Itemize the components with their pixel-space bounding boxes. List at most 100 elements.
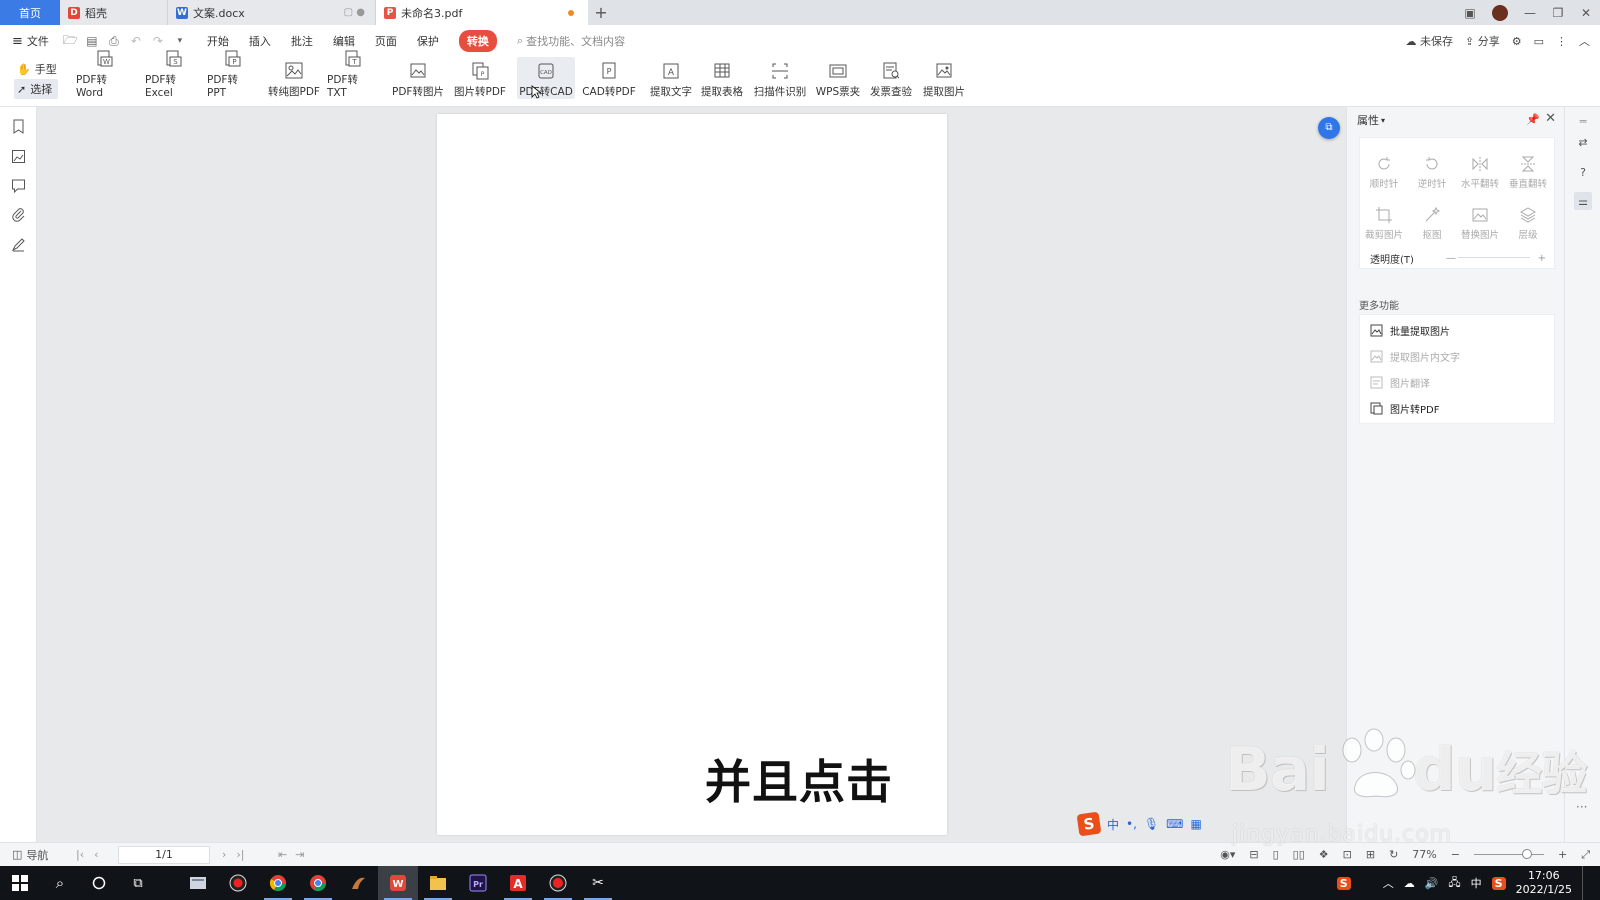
zoom-in-icon[interactable]: + [1558, 848, 1567, 861]
undo-icon[interactable]: ↶ [129, 34, 143, 48]
taskbar-chrome-icon[interactable] [258, 866, 298, 900]
zoom-slider-knob[interactable] [1521, 849, 1532, 859]
comment-icon[interactable]: ▭ [1534, 35, 1544, 48]
pdf-page[interactable] [437, 114, 947, 835]
taskbar-record-icon[interactable] [538, 866, 578, 900]
share-button[interactable]: ⇪ 分享 [1465, 33, 1500, 49]
layer-button[interactable]: 层级 [1504, 195, 1552, 241]
back-view-icon[interactable]: ⇤ [278, 848, 287, 861]
cutout-button[interactable]: 抠图 [1408, 195, 1456, 241]
tab-home[interactable]: 首页 [0, 0, 60, 25]
taskbar-wps-icon[interactable]: W [378, 866, 418, 900]
extract-image-text-item[interactable]: 提取图片内文字 [1370, 349, 1460, 364]
wps-ticket-folder-button[interactable]: WPS票夹 [815, 57, 861, 99]
image-to-pdf-item[interactable]: 图片转PDF [1370, 401, 1439, 416]
close-window-icon[interactable]: ✕ [1572, 6, 1600, 20]
new-tab-button[interactable]: + [588, 0, 614, 25]
taskbar-premiere-icon[interactable]: Pr [458, 866, 498, 900]
extract-text-button[interactable]: A 提取文字 [649, 57, 693, 99]
close-icon[interactable]: ✕ [1545, 111, 1556, 126]
last-page-icon[interactable]: ›| [236, 848, 244, 861]
ime-keyboard-icon[interactable]: ⌨ [1166, 817, 1183, 831]
file-menu[interactable]: ≡ 文件 [12, 33, 49, 49]
taskbar-app-bird-icon[interactable] [338, 866, 378, 900]
tray-expand-icon[interactable]: ︿ [1383, 875, 1394, 891]
sogou-logo-icon[interactable]: S [1076, 811, 1102, 837]
opacity-slider[interactable] [1458, 257, 1530, 258]
help-icon[interactable]: ? [1574, 163, 1592, 181]
task-view-icon[interactable]: ⧉ [118, 866, 158, 900]
rotate-clockwise-button[interactable]: 顺时针 [1360, 144, 1408, 190]
tray-language[interactable]: 中 [1471, 875, 1482, 891]
system-clock[interactable]: 17:06 2022/1/25 [1516, 869, 1572, 897]
fullscreen-icon[interactable]: ⤢ [1581, 848, 1590, 862]
menu-page[interactable]: 页面 [375, 33, 397, 49]
extract-image-button[interactable]: 提取图片 [921, 57, 967, 99]
tray-app-icon[interactable]: ☁ [1404, 877, 1415, 890]
double-page-icon[interactable]: ▯▯ [1293, 848, 1305, 861]
menu-protect[interactable]: 保护 [417, 33, 439, 49]
opacity-decrease-button[interactable]: — [1446, 253, 1456, 264]
invoice-check-button[interactable]: 发票查验 [868, 57, 914, 99]
network-icon[interactable]: 🖧 [1448, 874, 1460, 893]
thumbnail-icon[interactable] [11, 149, 26, 164]
menu-insert[interactable]: 插入 [249, 33, 271, 49]
first-page-icon[interactable]: |‹ [76, 848, 84, 861]
menu-comment[interactable]: 批注 [291, 33, 313, 49]
ime-mic-icon[interactable]: 🎙 [1144, 817, 1159, 831]
scan-recognize-button[interactable]: 扫描件识别 [753, 57, 807, 99]
crop-image-button[interactable]: 裁剪图片 [1360, 195, 1408, 241]
ime-language[interactable]: 中 [1107, 816, 1119, 833]
restore-icon[interactable]: ❐ [1544, 6, 1572, 20]
open-folder-icon[interactable]: 🗁 [63, 31, 78, 52]
tab-pdf-active[interactable]: P 未命名3.pdf [376, 0, 588, 25]
pdf-to-ppt-button[interactable]: P PDF转PPT [207, 50, 257, 99]
cad-to-pdf-button[interactable]: P CAD转PDF [582, 57, 636, 99]
annotation-icon[interactable] [11, 178, 26, 194]
menu-convert[interactable]: 转换 [458, 30, 497, 52]
rotate-counterclockwise-button[interactable]: 逆时针 [1408, 144, 1456, 190]
pdf-to-excel-button[interactable]: S PDF转Excel [145, 50, 201, 99]
windows-start-icon[interactable] [0, 866, 40, 900]
zoom-level[interactable]: 77% [1412, 848, 1436, 861]
unsaved-button[interactable]: ☁ 未保存 [1406, 33, 1454, 49]
prev-page-icon[interactable]: ‹ [94, 848, 98, 861]
print-icon[interactable]: ⎙ [107, 34, 121, 49]
minimize-icon[interactable]: — [1516, 6, 1544, 20]
fit-page-icon[interactable]: ⊡ [1343, 848, 1352, 861]
select-tool-button[interactable]: ➚ 选择 [14, 79, 58, 99]
taskbar-capcut-icon[interactable]: ✂ [578, 866, 618, 900]
flip-vertical-button[interactable]: 垂直翻转 [1504, 144, 1552, 190]
search-box[interactable]: ⌕ 查找功能、文档内容 [517, 33, 625, 49]
cortana-icon[interactable] [79, 866, 119, 900]
read-mode-icon[interactable]: ❖ [1319, 848, 1329, 861]
replace-image-button[interactable]: 替换图片 [1456, 195, 1504, 241]
properties-title[interactable]: 属性 [1357, 112, 1379, 128]
menu-start[interactable]: 开始 [207, 33, 229, 49]
image-to-pdf-button[interactable]: P 图片转PDF [453, 57, 507, 99]
flip-horizontal-button[interactable]: 水平翻转 [1456, 144, 1504, 190]
document-canvas[interactable] [38, 107, 1346, 842]
taskbar-recorder-icon[interactable] [218, 866, 258, 900]
extract-table-button[interactable]: 提取表格 [700, 57, 744, 99]
pure-image-pdf-button[interactable]: 转纯图PDF [268, 57, 320, 99]
ime-grid-icon[interactable]: ▦ [1190, 817, 1201, 831]
taskbar-chrome2-icon[interactable] [298, 866, 338, 900]
redo-icon[interactable]: ↷ [151, 34, 165, 48]
settings-icon[interactable]: ⚙ [1512, 35, 1522, 48]
save-icon[interactable]: ▤ [85, 34, 99, 48]
ime-punctuation-icon[interactable]: •, [1126, 817, 1137, 831]
single-page-icon[interactable]: ▯ [1273, 848, 1279, 861]
tab-count-icon[interactable]: ▣ [1456, 6, 1484, 20]
pdf-to-cad-button[interactable]: CAD PDF转CAD [517, 57, 575, 99]
pdf-to-image-button[interactable]: PDF转图片 [392, 57, 444, 99]
show-desktop-button[interactable] [1582, 866, 1586, 900]
taskbar-app-notes-icon[interactable] [178, 866, 218, 900]
tab-daoke[interactable]: D 稻壳 [60, 0, 168, 25]
pdf-to-txt-button[interactable]: T PDF转TXT [327, 50, 377, 99]
batch-extract-images-item[interactable]: 批量提取图片 [1370, 323, 1450, 338]
page-number-input[interactable]: 1/1 [118, 846, 210, 864]
tray-ime-icon[interactable]: S [1491, 876, 1506, 890]
zoom-out-icon[interactable]: − [1451, 848, 1460, 861]
forward-view-icon[interactable]: ⇥ [295, 848, 304, 861]
